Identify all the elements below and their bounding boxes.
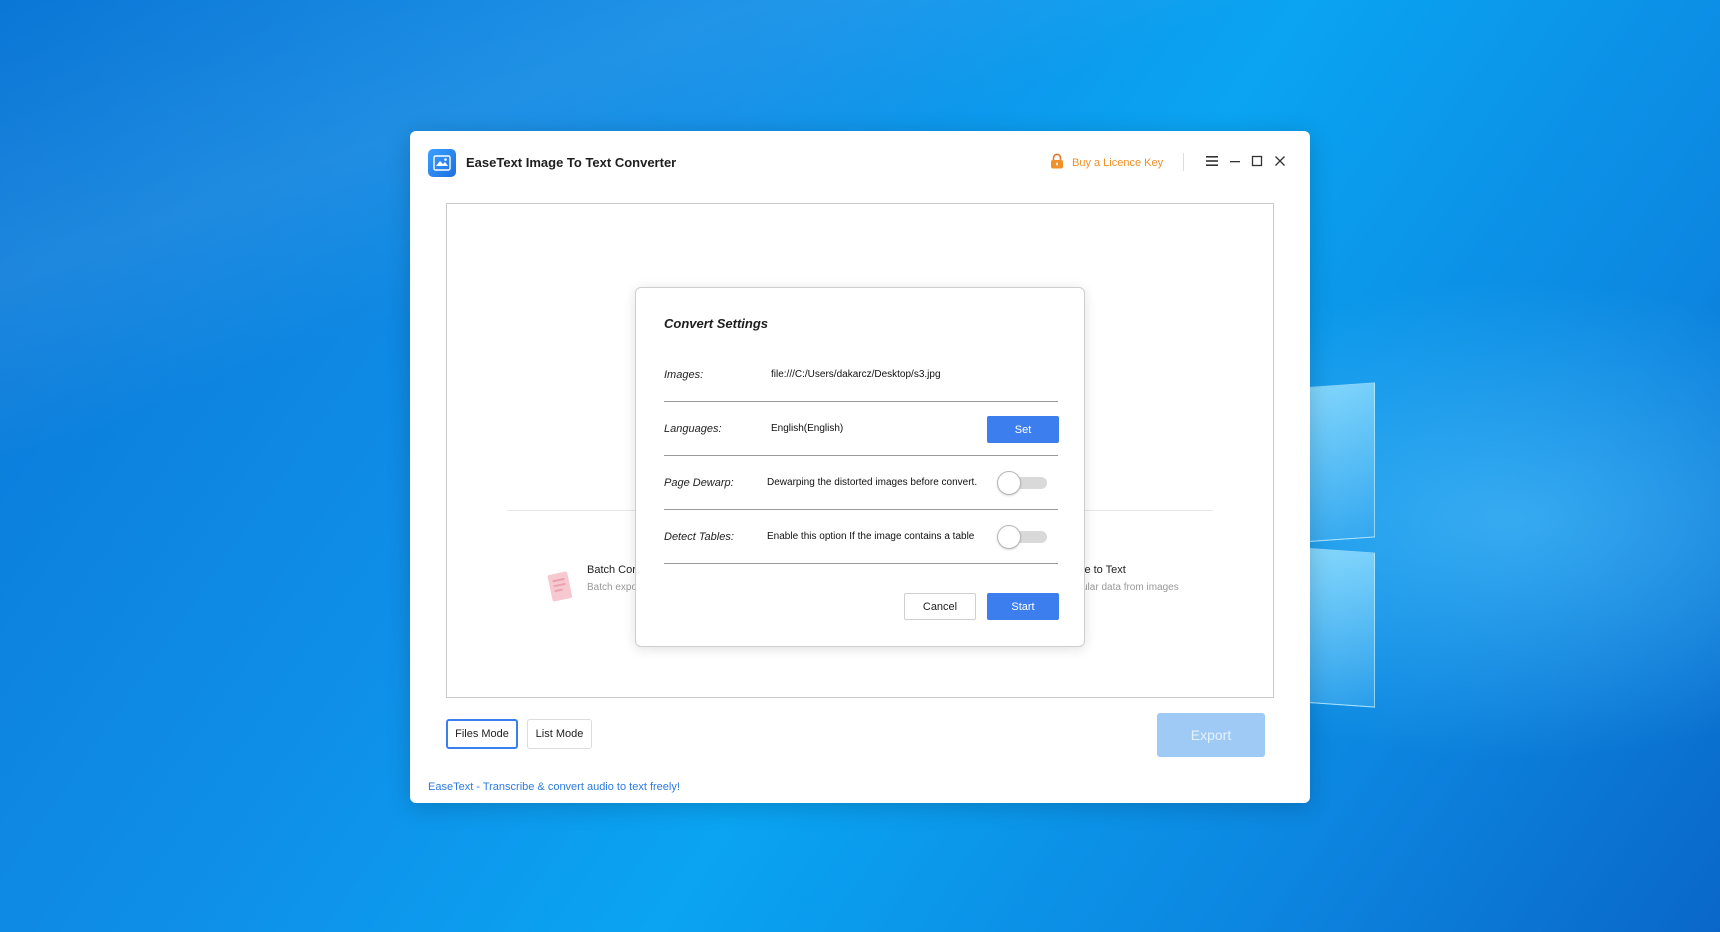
languages-label: Languages: [664, 423, 722, 435]
toggle-knob [997, 471, 1021, 495]
table-to-text-title: le to Text [1082, 564, 1126, 576]
buy-licence-label: Buy a Licence Key [1072, 156, 1164, 169]
batch-convert-title: Batch Cor [587, 564, 636, 576]
cancel-button[interactable]: Cancel [904, 593, 976, 620]
page-dewarp-toggle[interactable] [997, 471, 1049, 495]
titlebar-separator [1183, 153, 1184, 171]
table-to-text-desc: ular data from images [1082, 582, 1179, 593]
buy-licence-link[interactable]: Buy a Licence Key [1050, 153, 1163, 172]
languages-row: Languages: English(English) Set [664, 402, 1059, 456]
app-title: EaseText Image To Text Converter [466, 155, 677, 170]
close-icon[interactable] [1270, 151, 1290, 171]
set-language-button[interactable]: Set [987, 416, 1059, 443]
detect-tables-toggle[interactable] [997, 525, 1049, 549]
detect-tables-desc: Enable this option If the image contains… [767, 531, 975, 542]
maximize-icon[interactable] [1247, 151, 1267, 171]
languages-value: English(English) [771, 423, 844, 434]
images-label: Images: [664, 369, 704, 381]
hamburger-menu-icon[interactable] [1202, 151, 1222, 171]
footer-link[interactable]: EaseText - Transcribe & convert audio to… [428, 781, 680, 793]
windows-logo-pane [1300, 547, 1375, 708]
dialog-title: Convert Settings [664, 316, 769, 331]
convert-settings-dialog: Convert Settings Images: file:///C:/User… [635, 287, 1085, 647]
export-button[interactable]: Export [1157, 713, 1265, 757]
document-icon [545, 570, 575, 609]
batch-convert-desc: Batch expo [587, 582, 638, 593]
detect-tables-row: Detect Tables: Enable this option If the… [664, 510, 1058, 564]
windows-logo-pane [1300, 382, 1375, 543]
list-mode-button[interactable]: List Mode [527, 719, 592, 749]
images-row: Images: file:///C:/Users/dakarcz/Desktop… [664, 348, 1058, 402]
app-logo-icon [428, 149, 456, 177]
detect-tables-label: Detect Tables: [664, 531, 734, 543]
page-dewarp-label: Page Dewarp: [664, 477, 734, 489]
page-dewarp-row: Page Dewarp: Dewarping the distorted ima… [664, 456, 1058, 510]
page-dewarp-desc: Dewarping the distorted images before co… [767, 477, 978, 488]
minimize-icon[interactable] [1225, 151, 1245, 171]
lock-icon [1050, 153, 1064, 172]
start-button[interactable]: Start [987, 593, 1059, 620]
files-mode-button[interactable]: Files Mode [446, 719, 518, 749]
toggle-knob [997, 525, 1021, 549]
images-path: file:///C:/Users/dakarcz/Desktop/s3.jpg [771, 369, 941, 380]
